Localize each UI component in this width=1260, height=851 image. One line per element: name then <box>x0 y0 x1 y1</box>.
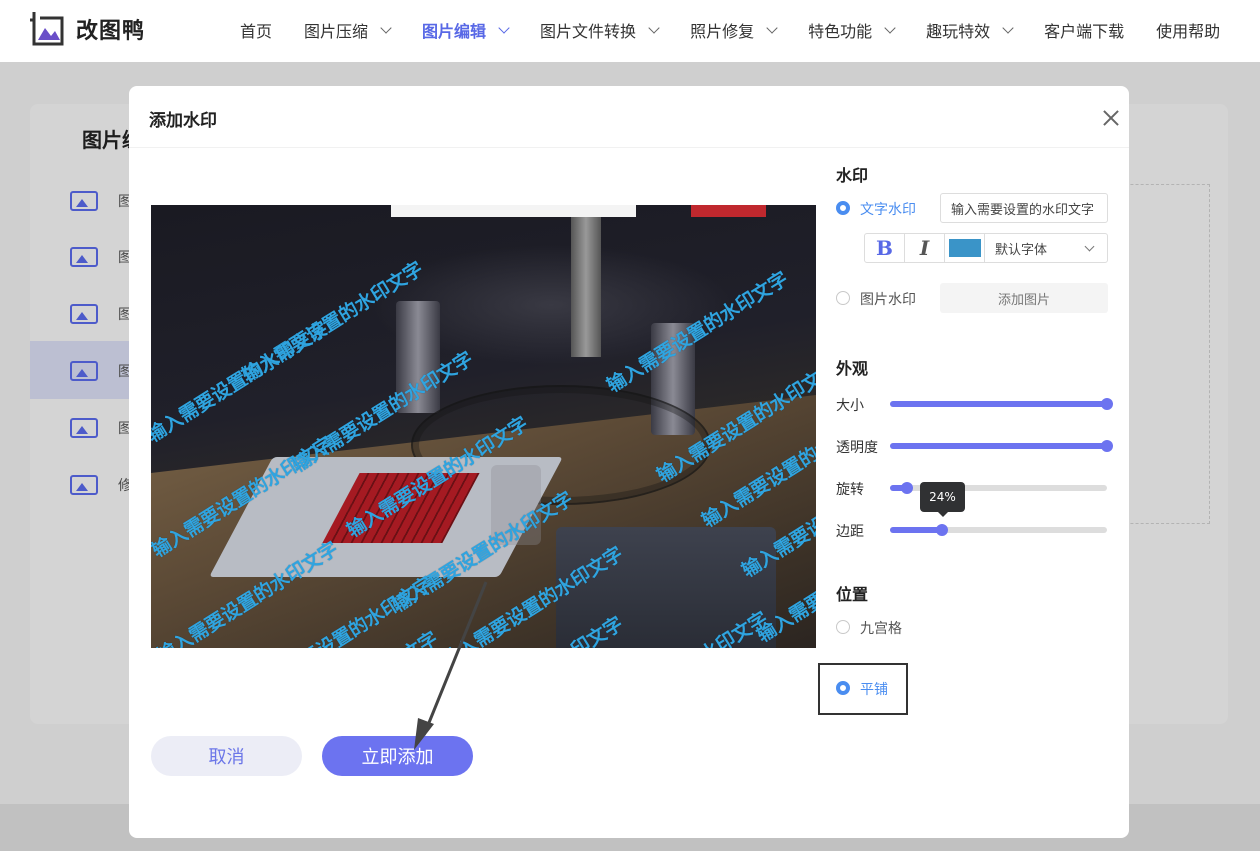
nav-item[interactable]: 使用帮助 <box>1156 18 1220 42</box>
nav-item-label: 首页 <box>240 22 273 41</box>
nav-item-label: 使用帮助 <box>1156 22 1221 41</box>
chevron-down-icon <box>884 22 896 34</box>
photo-closed-laptop <box>556 527 776 648</box>
tile-position-label[interactable]: 平铺 <box>860 679 888 699</box>
photo-monitor-stand <box>571 217 601 357</box>
nav-item[interactable]: 图片编辑 <box>422 18 510 42</box>
tile-position-radio[interactable] <box>836 681 850 695</box>
slider-track[interactable] <box>890 440 1113 452</box>
font-select[interactable]: 默认字体 <box>985 234 1107 262</box>
text-watermark-label[interactable]: 文字水印 <box>860 199 916 219</box>
watermark-preview-image: 输入需要设置的水印文字 输入需要设置的水印文字 输入需要设置的水印文字 输入需要设置的… <box>151 205 816 648</box>
nav-item-label: 图片压缩 <box>304 22 369 41</box>
dialog-title: 添加水印 <box>149 111 217 131</box>
nav-item-label: 客户端下载 <box>1044 22 1125 41</box>
nav-item[interactable]: 图片压缩 <box>304 18 392 42</box>
nav-item-label: 图片文件转换 <box>540 22 637 41</box>
font-select-value: 默认字体 <box>995 242 1048 258</box>
chevron-down-icon <box>498 22 510 34</box>
photo-glass <box>491 465 541 545</box>
slider-fill <box>890 401 1107 407</box>
watermark-text-input[interactable]: 输入需要设置的水印文字 <box>940 193 1108 223</box>
watermark-text-tile: 输入需要设置的水印文字 <box>603 267 793 398</box>
cancel-button[interactable]: 取消 <box>151 736 302 776</box>
chevron-down-icon <box>1002 22 1014 34</box>
watermark-section-title: 水印 <box>836 166 869 185</box>
nav-item-label: 图片编辑 <box>422 22 487 41</box>
slider-label: 透明度 <box>836 440 878 456</box>
grid-position-label[interactable]: 九宫格 <box>860 618 902 638</box>
grid-position-radio[interactable] <box>836 620 850 634</box>
add-image-button[interactable]: 添加图片 <box>940 283 1108 313</box>
slider-handle[interactable] <box>936 524 949 536</box>
slider-handle[interactable] <box>1101 440 1113 452</box>
chevron-down-icon <box>766 22 778 34</box>
top-navbar: 改图鸭 首页 图片压缩 图片编辑 图片文件转换 照片修复 特色功能 趣玩特效 客户端下载 使用帮… <box>0 0 1260 62</box>
chevron-down-icon <box>380 22 392 34</box>
slider-label: 旋转 <box>836 482 864 498</box>
appearance-section-title: 外观 <box>836 359 869 378</box>
nav-item[interactable]: 首页 <box>240 18 272 42</box>
image-watermark-label[interactable]: 图片水印 <box>860 289 916 309</box>
main-nav: 首页 图片压缩 图片编辑 图片文件转换 照片修复 特色功能 趣玩特效 客户端下载 使用帮助 <box>240 0 1252 60</box>
chevron-down-icon <box>648 22 660 34</box>
logo-icon <box>28 10 66 48</box>
dialog-header: 添加水印 <box>129 86 1129 148</box>
slider-fill <box>890 443 1107 449</box>
logo[interactable]: 改图鸭 <box>28 10 145 48</box>
slider-handle[interactable] <box>1101 398 1113 410</box>
nav-item-label: 照片修复 <box>690 22 755 41</box>
photo-monitor <box>391 205 636 217</box>
nav-item-label: 趣玩特效 <box>926 22 991 41</box>
image-watermark-radio[interactable] <box>836 291 850 305</box>
photo-monitor-edge <box>691 205 766 217</box>
nav-item[interactable]: 趣玩特效 <box>926 18 1014 42</box>
watermark-text-tile: 输入需要设置的水印文字 <box>151 317 333 448</box>
photo-speaker <box>396 301 440 413</box>
bold-button[interactable]: B <box>865 234 905 262</box>
nav-item[interactable]: 特色功能 <box>808 18 896 42</box>
slider-fill <box>890 527 943 533</box>
color-picker[interactable] <box>945 234 985 262</box>
add-now-button[interactable]: 立即添加 <box>322 736 473 776</box>
close-icon[interactable] <box>1101 108 1121 128</box>
chevron-down-icon <box>1084 241 1095 252</box>
slider-label: 边距 <box>836 524 864 540</box>
nav-item[interactable]: 照片修复 <box>690 18 778 42</box>
text-style-toolbar: B I 默认字体 <box>864 233 1108 263</box>
position-section-title: 位置 <box>836 585 869 604</box>
logo-text: 改图鸭 <box>76 19 146 44</box>
slider-label: 大小 <box>836 398 864 414</box>
slider-handle[interactable] <box>901 482 914 494</box>
slider-tooltip: 24% <box>920 482 965 517</box>
italic-button[interactable]: I <box>905 234 945 262</box>
nav-item-label: 特色功能 <box>808 22 873 41</box>
color-swatch <box>948 239 981 257</box>
text-watermark-radio[interactable] <box>836 201 850 215</box>
slider-track[interactable] <box>890 398 1113 410</box>
slider-track[interactable] <box>890 524 1107 536</box>
nav-item[interactable]: 图片文件转换 <box>540 18 660 42</box>
nav-item[interactable]: 客户端下载 <box>1044 18 1124 42</box>
add-watermark-dialog: 添加水印 输入需要设置的水印文字 输入需要设置的水印文字 输入需要设置的水印文字 输入… <box>129 86 1129 838</box>
